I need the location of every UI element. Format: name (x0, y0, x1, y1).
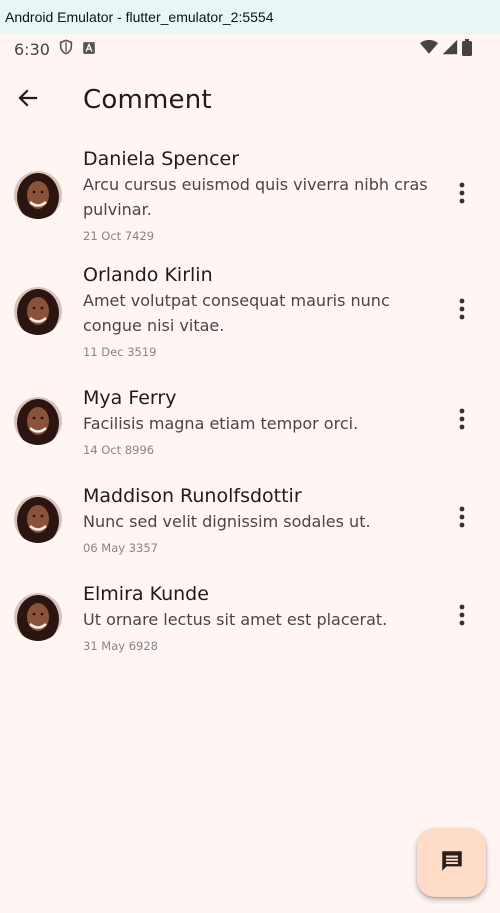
more-vert-icon (459, 506, 465, 532)
comment-date: 21 Oct 7429 (83, 229, 155, 243)
battery-icon (462, 38, 472, 60)
more-vert-icon (459, 408, 465, 434)
shield-icon (58, 39, 74, 59)
back-button[interactable] (0, 72, 56, 128)
comment-item[interactable]: Maddison Runolfsdottir Nunc sed velit di… (0, 470, 500, 568)
comment-list: Daniela Spencer Arcu cursus euismod quis… (0, 140, 500, 666)
comment-date: 14 Oct 8996 (83, 442, 155, 457)
app-bar: Comment (0, 64, 500, 136)
more-options-button[interactable] (450, 597, 474, 637)
avatar[interactable] (14, 495, 62, 543)
wifi-icon (420, 39, 438, 59)
window-titlebar: Android Emulator - flutter_emulator_2:55… (0, 0, 500, 34)
comment-date: 11 Dec 3519 (83, 345, 157, 359)
comment-item[interactable]: Mya Ferry Facilisis magna etiam tempor o… (0, 372, 500, 470)
page-title: Comment (83, 85, 212, 115)
avatar[interactable] (14, 397, 62, 445)
more-vert-icon (459, 182, 465, 208)
arrow-back-icon (16, 86, 40, 114)
comment-icon (439, 848, 465, 878)
more-options-button[interactable] (450, 499, 474, 539)
comment-item[interactable]: Orlando Kirlin Amet volutpat consequat m… (0, 250, 500, 372)
comment-item[interactable]: Daniela Spencer Arcu cursus euismod quis… (0, 140, 500, 250)
more-options-button[interactable] (450, 175, 474, 215)
comment-author: Mya Ferry (83, 386, 177, 409)
window-title: Android Emulator - flutter_emulator_2:55… (5, 9, 274, 25)
font-a-icon (82, 40, 96, 59)
avatar[interactable] (14, 171, 62, 219)
comment-text: Nunc sed velit dignissim sodales ut. (83, 511, 371, 531)
comment-text: Ut ornare lectus sit amet est placerat. (83, 609, 388, 629)
more-vert-icon (459, 604, 465, 630)
comment-item[interactable]: Elmira Kunde Ut ornare lectus sit amet e… (0, 568, 500, 666)
comment-text: Amet volutpat consequat mauris nunc cong… (83, 291, 390, 335)
more-options-button[interactable] (450, 401, 474, 441)
comment-date: 06 May 3357 (83, 540, 158, 555)
comment-author: Daniela Spencer (83, 148, 240, 170)
signal-icon (442, 39, 458, 59)
more-vert-icon (459, 298, 465, 324)
comment-date: 31 May 6928 (83, 638, 158, 653)
avatar[interactable] (14, 593, 62, 641)
comment-text: Arcu cursus euismod quis viverra nibh cr… (83, 175, 428, 219)
add-comment-fab[interactable] (417, 828, 486, 897)
status-bar: 6:30 (0, 34, 500, 64)
comment-author: Maddison Runolfsdottir (83, 484, 302, 507)
avatar[interactable] (14, 287, 62, 335)
comment-text: Facilisis magna etiam tempor orci. (83, 413, 359, 433)
comment-author: Orlando Kirlin (83, 264, 213, 286)
more-options-button[interactable] (450, 291, 474, 331)
status-time: 6:30 (14, 39, 50, 59)
comment-author: Elmira Kunde (83, 582, 209, 605)
